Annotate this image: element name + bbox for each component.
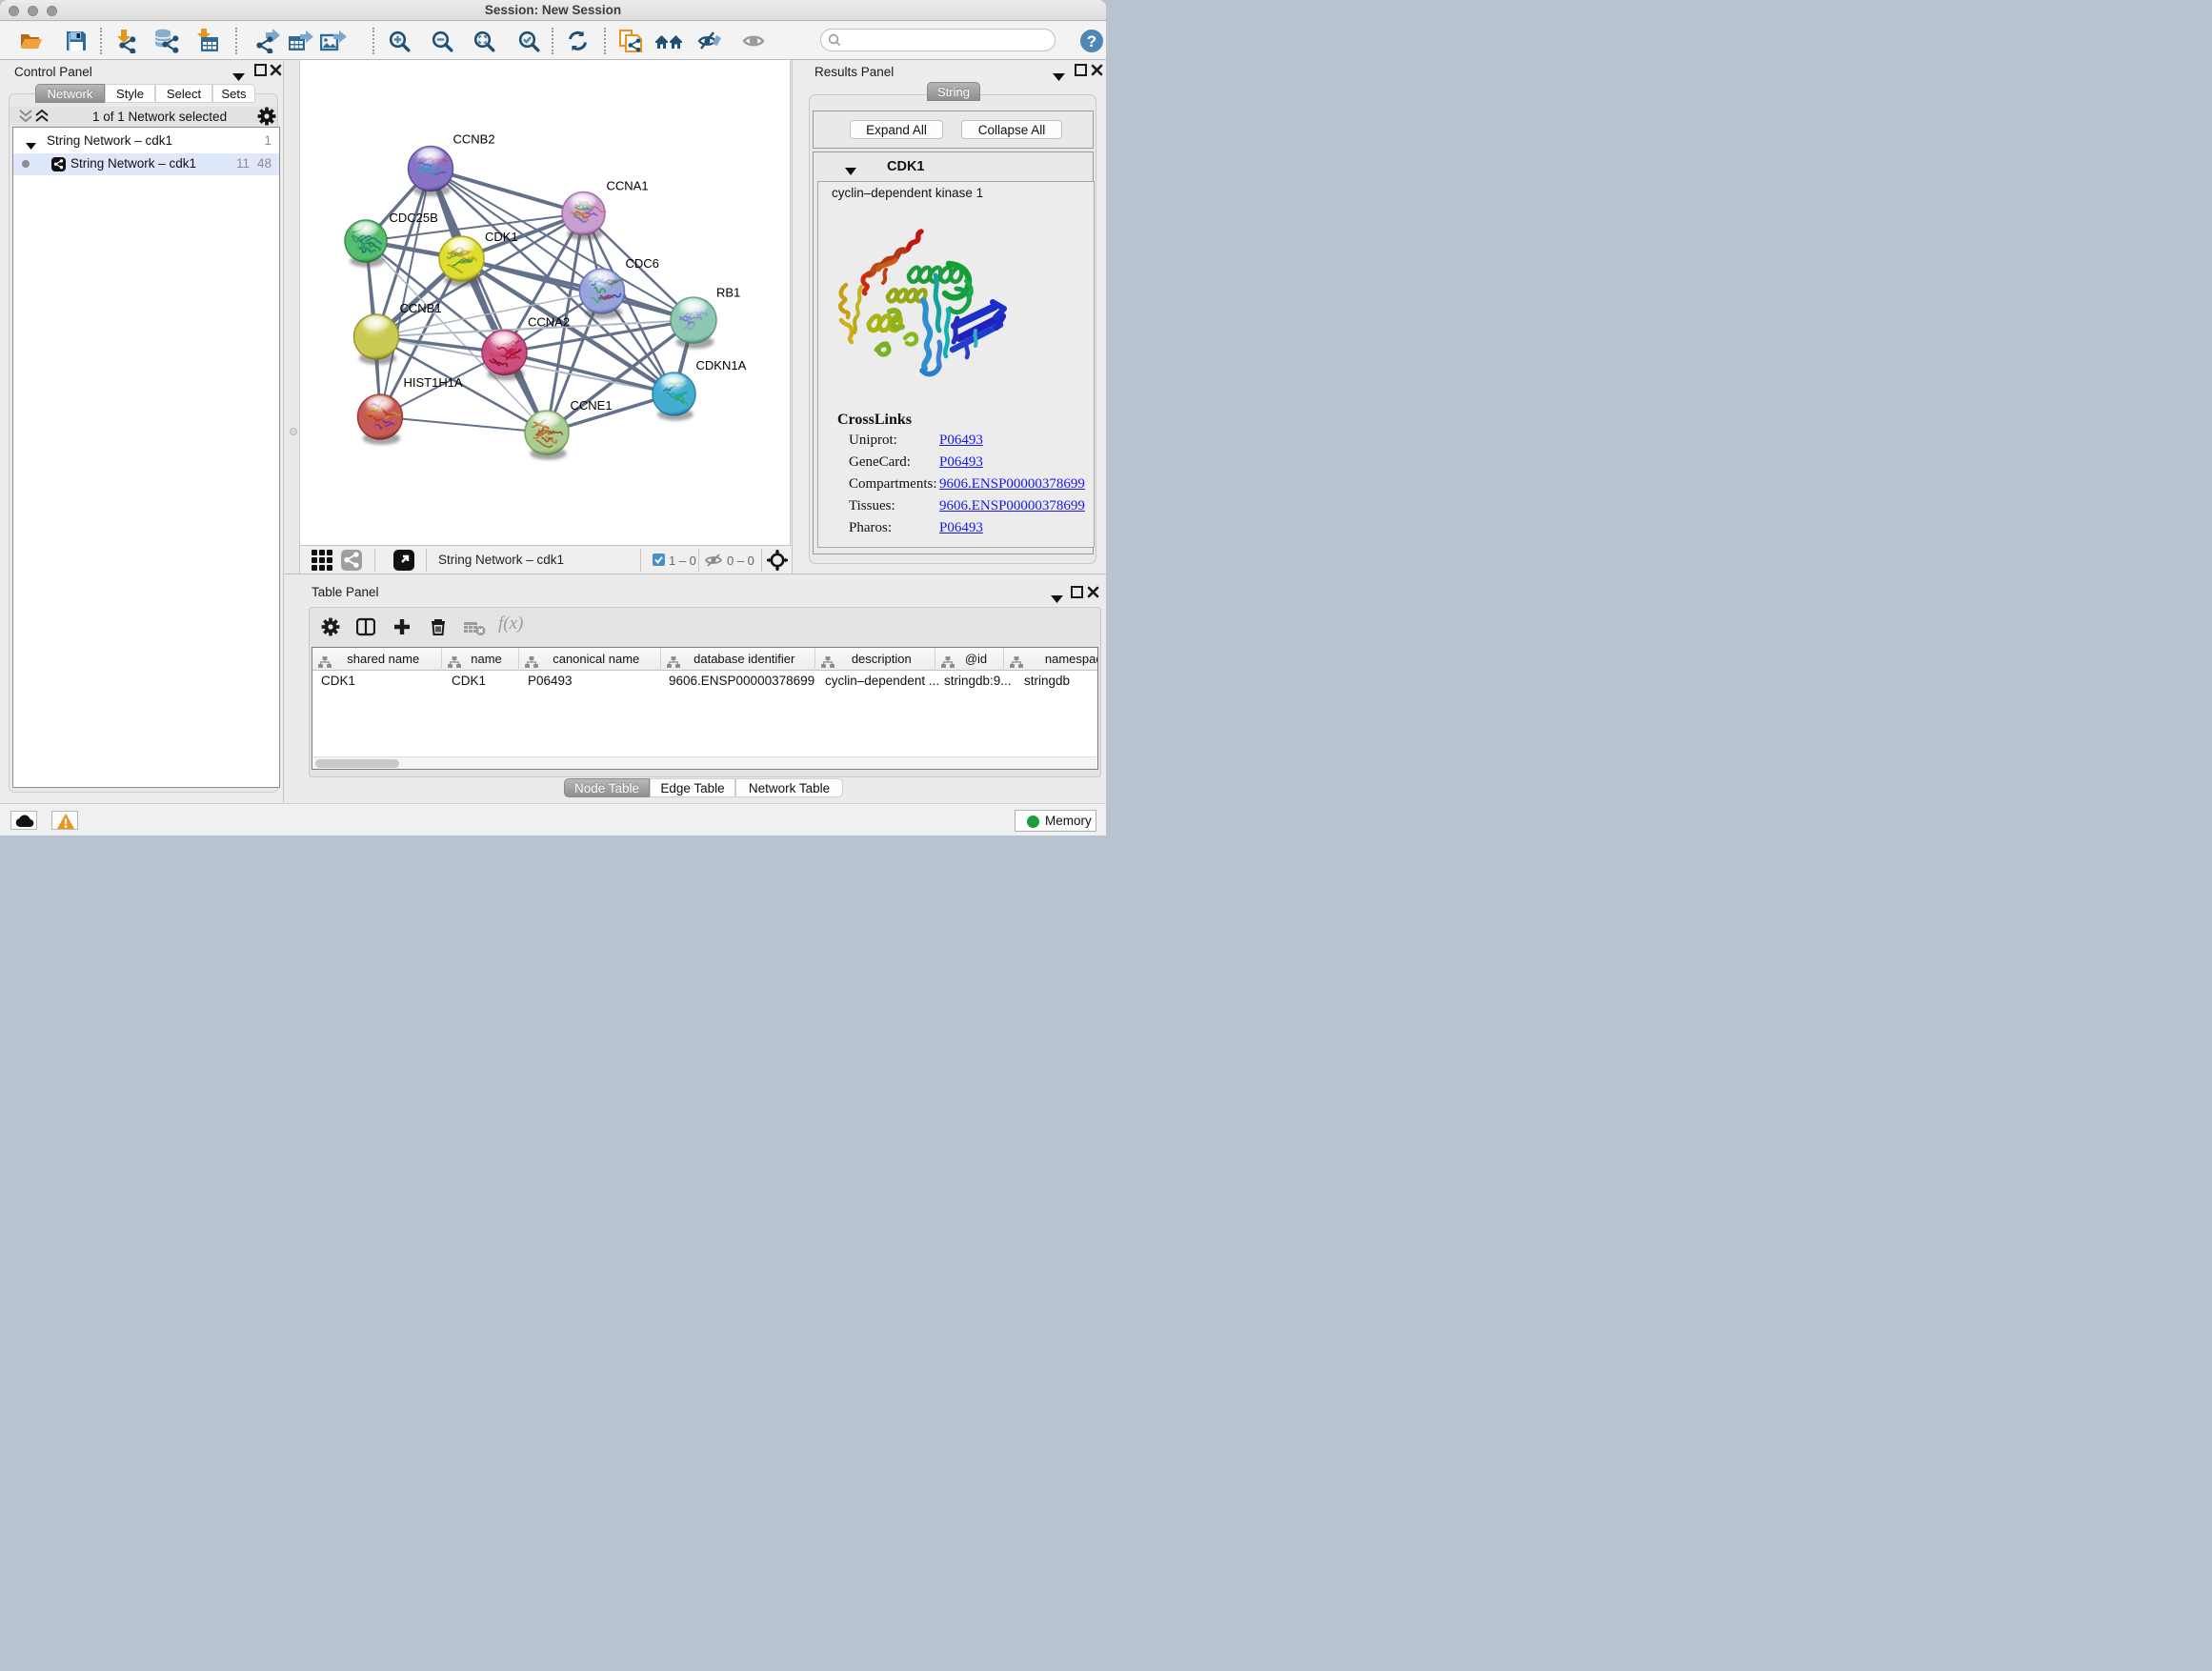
svg-text:CCNB2: CCNB2	[453, 132, 495, 147]
svg-text:CCNA2: CCNA2	[528, 315, 570, 330]
svg-text:CCNB1: CCNB1	[400, 301, 442, 315]
svg-text:RB1: RB1	[716, 286, 740, 300]
svg-text:CDKN1A: CDKN1A	[696, 358, 747, 372]
svg-text:HIST1H1A: HIST1H1A	[404, 375, 463, 390]
svg-text:CDC6: CDC6	[626, 256, 659, 271]
svg-text:CCNA1: CCNA1	[607, 179, 649, 193]
svg-text:?: ?	[1087, 32, 1096, 50]
svg-text:CDK1: CDK1	[485, 230, 518, 244]
svg-text:CCNE1: CCNE1	[571, 398, 613, 413]
svg-text:CDC25B: CDC25B	[390, 211, 438, 225]
